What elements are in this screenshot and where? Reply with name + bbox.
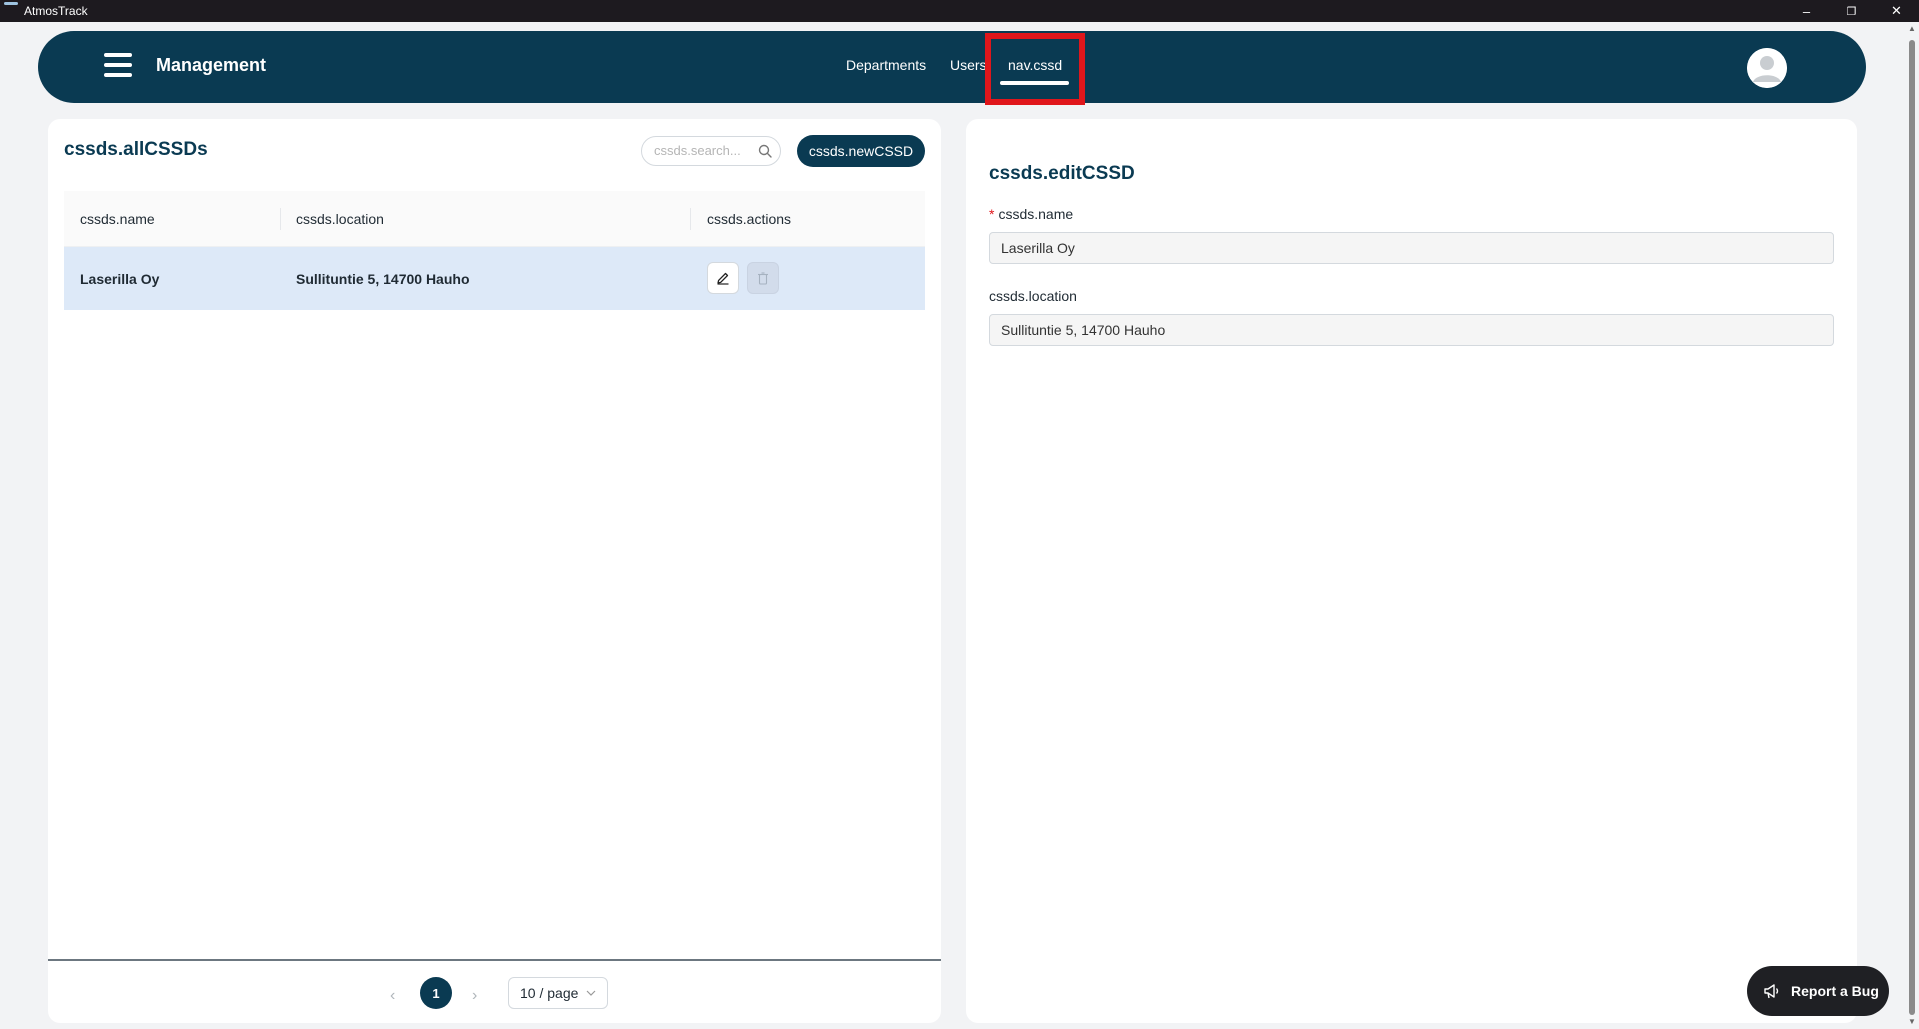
user-icon (1747, 48, 1787, 88)
name-label: * cssds.name (989, 206, 1073, 222)
page-size-select[interactable]: 10 / page (508, 977, 608, 1009)
column-header-location[interactable]: cssds.location (296, 211, 384, 227)
location-label: cssds.location (989, 288, 1077, 304)
column-header-name[interactable]: cssds.name (80, 211, 155, 227)
window-controls: – ❐ ✕ (1784, 0, 1919, 22)
menu-icon[interactable] (104, 53, 132, 77)
report-bug-label: Report a Bug (1791, 983, 1879, 999)
chevron-down-icon (586, 990, 596, 996)
column-divider (690, 208, 691, 230)
scroll-down-icon[interactable]: ▼ (1908, 1017, 1916, 1026)
scrollbar-thumb[interactable] (1909, 40, 1915, 1015)
minimize-button[interactable]: – (1784, 0, 1829, 22)
app-icon (4, 2, 18, 5)
new-cssd-button[interactable]: cssds.newCSSD (797, 135, 925, 167)
close-button[interactable]: ✕ (1874, 0, 1919, 22)
brand-title: Management (156, 55, 267, 75)
table-header: cssds.name cssds.location cssds.actions (64, 191, 925, 247)
previous-page-icon[interactable]: ‹ (390, 987, 395, 1005)
delete-button[interactable] (747, 262, 779, 294)
search-icon[interactable] (758, 144, 772, 158)
pencil-icon (717, 272, 729, 285)
search-input[interactable] (654, 143, 754, 158)
nav-link-departments[interactable]: Departments (846, 57, 926, 73)
edit-title: cssds.editCSSD (989, 163, 1135, 184)
report-bug-button[interactable]: Report a Bug (1747, 966, 1889, 1016)
page-size-value: 10 / page (520, 985, 579, 1001)
nav-link-users[interactable]: Users (950, 57, 987, 73)
pagination-divider (48, 959, 941, 961)
location-field[interactable]: Sullituntie 5, 14700 Hauho (989, 314, 1834, 346)
scroll-up-icon[interactable]: ▲ (1908, 24, 1916, 33)
highlight-annotation (985, 33, 1085, 105)
row-location: Sullituntie 5, 14700 Hauho (296, 271, 470, 287)
table-row[interactable]: Laserilla Oy Sullituntie 5, 14700 Hauho (64, 247, 925, 310)
cssd-list-card: cssds.allCSSDs cssds.newCSSD cssds.name … (48, 119, 941, 1023)
required-marker: * (989, 206, 995, 222)
edit-button[interactable] (707, 262, 739, 294)
page-1-button[interactable]: 1 (420, 977, 452, 1009)
name-field[interactable]: Laserilla Oy (989, 232, 1834, 264)
column-divider (280, 208, 281, 230)
window-titlebar: AtmosTrack – ❐ ✕ (0, 0, 1919, 22)
page-scrollbar[interactable]: ▲ ▼ (1905, 22, 1919, 1029)
name-label-text: cssds.name (998, 206, 1074, 222)
window-title: AtmosTrack (24, 4, 88, 18)
column-header-actions: cssds.actions (707, 211, 792, 227)
avatar[interactable] (1747, 48, 1787, 88)
restore-button[interactable]: ❐ (1829, 0, 1874, 22)
trash-icon (758, 271, 768, 285)
next-page-icon[interactable]: › (472, 987, 477, 1005)
search-box[interactable] (641, 136, 781, 166)
top-navbar: Management Departments Users nav.cssd (38, 31, 1866, 103)
row-name: Laserilla Oy (80, 271, 160, 287)
list-title: cssds.allCSSDs (64, 139, 208, 160)
megaphone-icon (1764, 984, 1779, 999)
edit-cssd-card: cssds.editCSSD * cssds.name Laserilla Oy … (966, 119, 1857, 1023)
